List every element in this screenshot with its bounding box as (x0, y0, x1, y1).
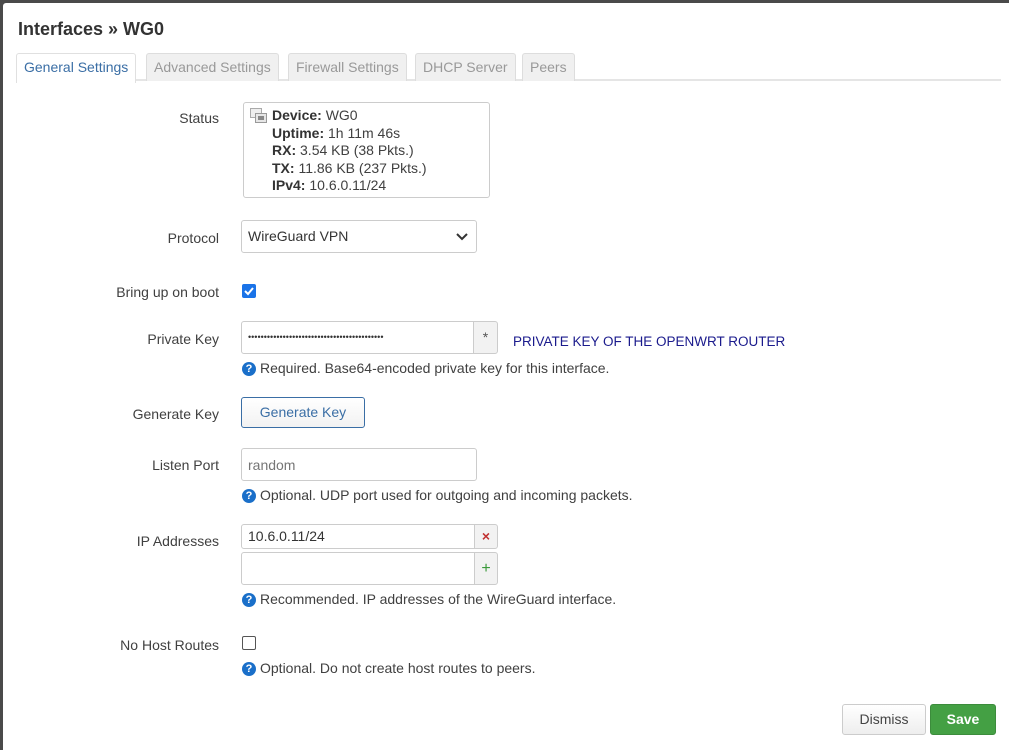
private-key-hint: ? Required. Base64-encoded private key fo… (242, 360, 609, 376)
add-ip-button[interactable]: + (474, 552, 498, 585)
no-host-routes-checkbox[interactable] (242, 636, 256, 650)
status-tx: TX: 11.86 KB (237 Pkts.) (272, 159, 427, 176)
private-key-label: Private Key (147, 331, 219, 347)
protocol-select[interactable]: WireGuard VPN (241, 220, 477, 253)
private-key-annotation: PRIVATE KEY OF THE OPENWRT ROUTER (513, 334, 786, 349)
ip-addresses-label: IP Addresses (136, 533, 219, 549)
generate-key-button[interactable]: Generate Key (241, 397, 365, 428)
bring-up-on-boot-label: Bring up on boot (116, 284, 219, 300)
help-icon: ? (242, 489, 256, 503)
listen-port-input[interactable] (241, 448, 477, 481)
help-icon: ? (242, 593, 256, 607)
tab-dhcp-server[interactable]: DHCP Server (415, 53, 516, 81)
protocol-label: Protocol (167, 230, 219, 246)
tab-firewall-settings[interactable]: Firewall Settings (288, 53, 407, 81)
save-button[interactable]: Save (930, 704, 996, 735)
remove-ip-button[interactable]: × (474, 524, 498, 549)
listen-port-hint: ? Optional. UDP port used for outgoing an… (242, 487, 633, 503)
interface-modal: Interfaces » WG0 General Settings Advanc… (3, 3, 1009, 750)
private-key-input[interactable]: ••••••••••••••••••••••••••••••••••••••••… (241, 321, 474, 354)
generate-key-label: Generate Key (132, 406, 219, 422)
status-label: Status (179, 110, 219, 126)
chevron-down-icon (456, 233, 468, 241)
status-box: Device: WG0 Uptime: 1h 11m 46s RX: 3.54 … (243, 102, 490, 198)
status-uptime: Uptime: 1h 11m 46s (272, 124, 401, 141)
no-host-routes-hint: ? Optional. Do not create host routes to … (242, 660, 536, 676)
tab-advanced-settings[interactable]: Advanced Settings (146, 53, 279, 81)
bring-up-on-boot-checkbox[interactable] (242, 284, 256, 298)
dismiss-button[interactable]: Dismiss (842, 704, 926, 735)
reveal-key-button[interactable]: * (473, 321, 498, 354)
protocol-value: WireGuard VPN (248, 228, 349, 244)
help-icon: ? (242, 362, 256, 376)
ip-address-input-2[interactable] (241, 552, 475, 585)
modal-title: Interfaces » WG0 (18, 19, 165, 39)
listen-port-label: Listen Port (152, 457, 219, 473)
ip-addresses-hint: ? Recommended. IP addresses of the WireGu… (242, 591, 616, 607)
network-device-icon (250, 108, 267, 123)
no-host-routes-label: No Host Routes (120, 637, 219, 653)
status-device: Device: WG0 (272, 107, 358, 123)
tab-peers[interactable]: Peers (522, 53, 575, 81)
status-ipv4: IPv4: 10.6.0.11/24 (272, 177, 387, 193)
help-icon: ? (242, 662, 256, 676)
status-rx: RX: 3.54 KB (38 Pkts.) (272, 142, 414, 158)
tab-bar: General Settings Advanced Settings Firew… (16, 53, 1001, 83)
ip-address-input-1[interactable]: 10.6.0.11/24 (241, 524, 475, 549)
checkmark-icon (244, 287, 254, 296)
tab-general-settings[interactable]: General Settings (16, 53, 137, 83)
